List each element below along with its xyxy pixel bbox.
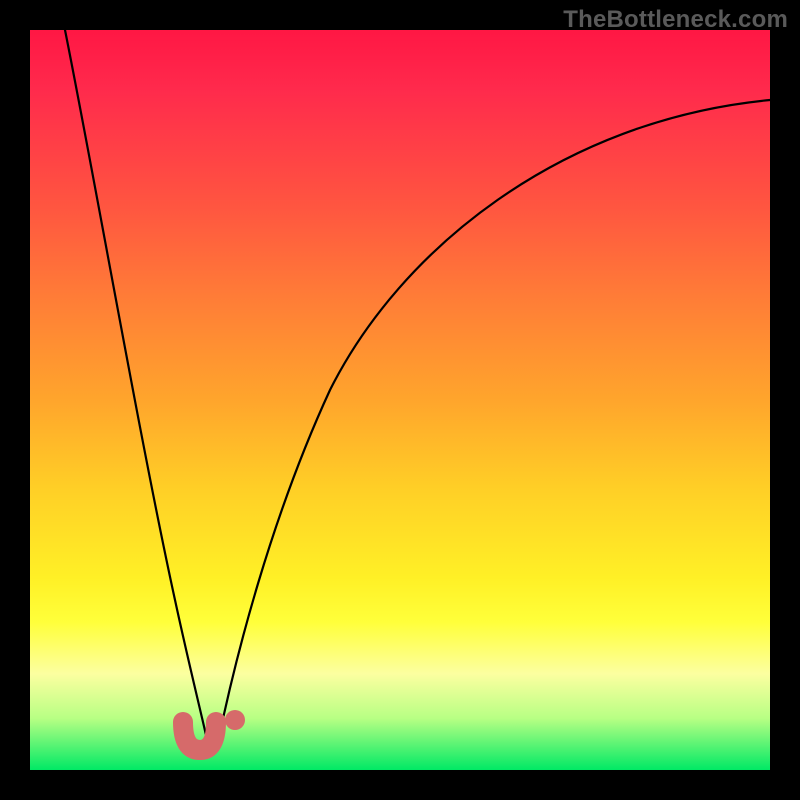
bottleneck-curve-chart: [0, 0, 800, 800]
secondary-marker-dot: [225, 710, 245, 730]
curve-right-branch: [218, 100, 770, 742]
minimum-marker: [183, 722, 216, 750]
curve-left-branch: [65, 30, 206, 735]
